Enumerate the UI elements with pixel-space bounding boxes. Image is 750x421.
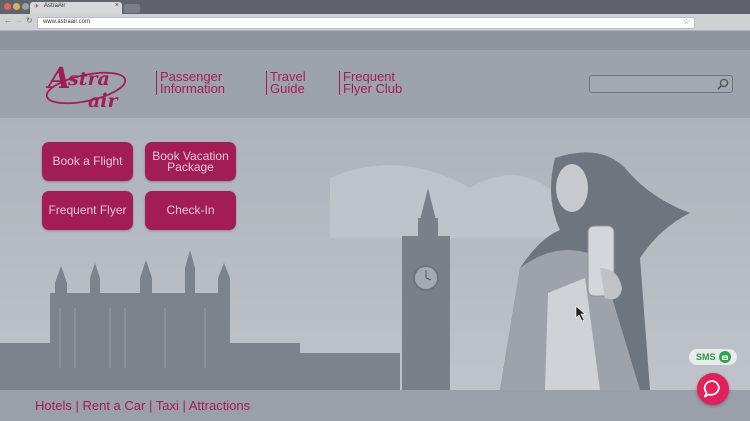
footer-link-attractions[interactable]: Attractions [189,398,250,413]
search-input[interactable] [589,75,733,93]
bookmark-strip [0,31,750,50]
button-label: Frequent Flyer [48,203,127,217]
footer-link-rent-a-car[interactable]: Rent a Car [82,398,145,413]
nav-line: Flyer Club [343,81,403,96]
window-minimize-icon[interactable] [13,3,20,10]
button-label: Package [167,159,214,174]
star-icon[interactable]: ☆ [683,17,690,26]
close-icon[interactable]: × [115,2,119,9]
browser-toolbar: ← → ↻ www.astraair.com ☆ [0,14,750,31]
window-maximize-icon[interactable] [22,3,29,10]
sms-widget-button[interactable]: SMS [689,349,737,365]
check-in-button[interactable]: Check-In [145,191,236,230]
browser-tab[interactable]: ✈ AstraAir × [30,2,122,14]
nav-passenger-information[interactable]: Passenger Information [156,70,226,96]
nav-frequent-flyer-club[interactable]: Frequent Flyer Club [339,70,403,96]
astra-air-logo[interactable]: A stra air [44,58,134,114]
address-bar[interactable]: www.astraair.com ☆ [37,17,695,29]
hero-banner: Book a Flight Book Vacation Package Freq… [0,118,750,390]
browser-tab-bar: ✈ AstraAir × [0,0,750,14]
footer-separator: | [145,398,156,413]
svg-text:stra: stra [67,68,110,90]
nav-line: Information [160,81,226,96]
footer-separator: | [71,398,83,413]
sms-label: SMS [696,352,716,362]
footer-separator: | [178,398,189,413]
chat-widget-button[interactable] [697,373,729,405]
book-a-flight-button[interactable]: Book a Flight [42,142,133,181]
book-vacation-package-button[interactable]: Book Vacation Package [145,142,236,181]
button-label: Check-In [166,203,215,217]
site-header: A stra air Passenger Information Travel … [0,50,750,118]
window-close-icon[interactable] [4,3,11,10]
nav-travel-guide[interactable]: Travel Guide [266,70,306,96]
back-icon[interactable]: ← [4,16,12,25]
svg-text:air: air [88,90,120,112]
new-tab-button[interactable] [124,4,140,13]
search-icon[interactable] [716,77,730,91]
footer-links-bar: Hotels | Rent a Car | Taxi | Attractions [0,390,750,421]
footer-link-taxi[interactable]: Taxi [156,398,179,413]
footer-links: Hotels | Rent a Car | Taxi | Attractions [35,398,250,413]
sms-icon [719,351,731,363]
favicon-icon: ✈ [34,4,40,10]
chat-icon [703,380,720,398]
button-label: Book a Flight [52,154,123,168]
svg-text:A: A [45,61,71,95]
footer-link-hotels[interactable]: Hotels [35,398,72,413]
nav-line: Guide [270,81,305,96]
reload-icon[interactable]: ↻ [26,16,33,25]
forward-icon[interactable]: → [15,16,23,25]
tab-title: AstraAir [44,3,66,9]
url-text: www.astraair.com [43,19,91,25]
frequent-flyer-button[interactable]: Frequent Flyer [42,191,133,230]
